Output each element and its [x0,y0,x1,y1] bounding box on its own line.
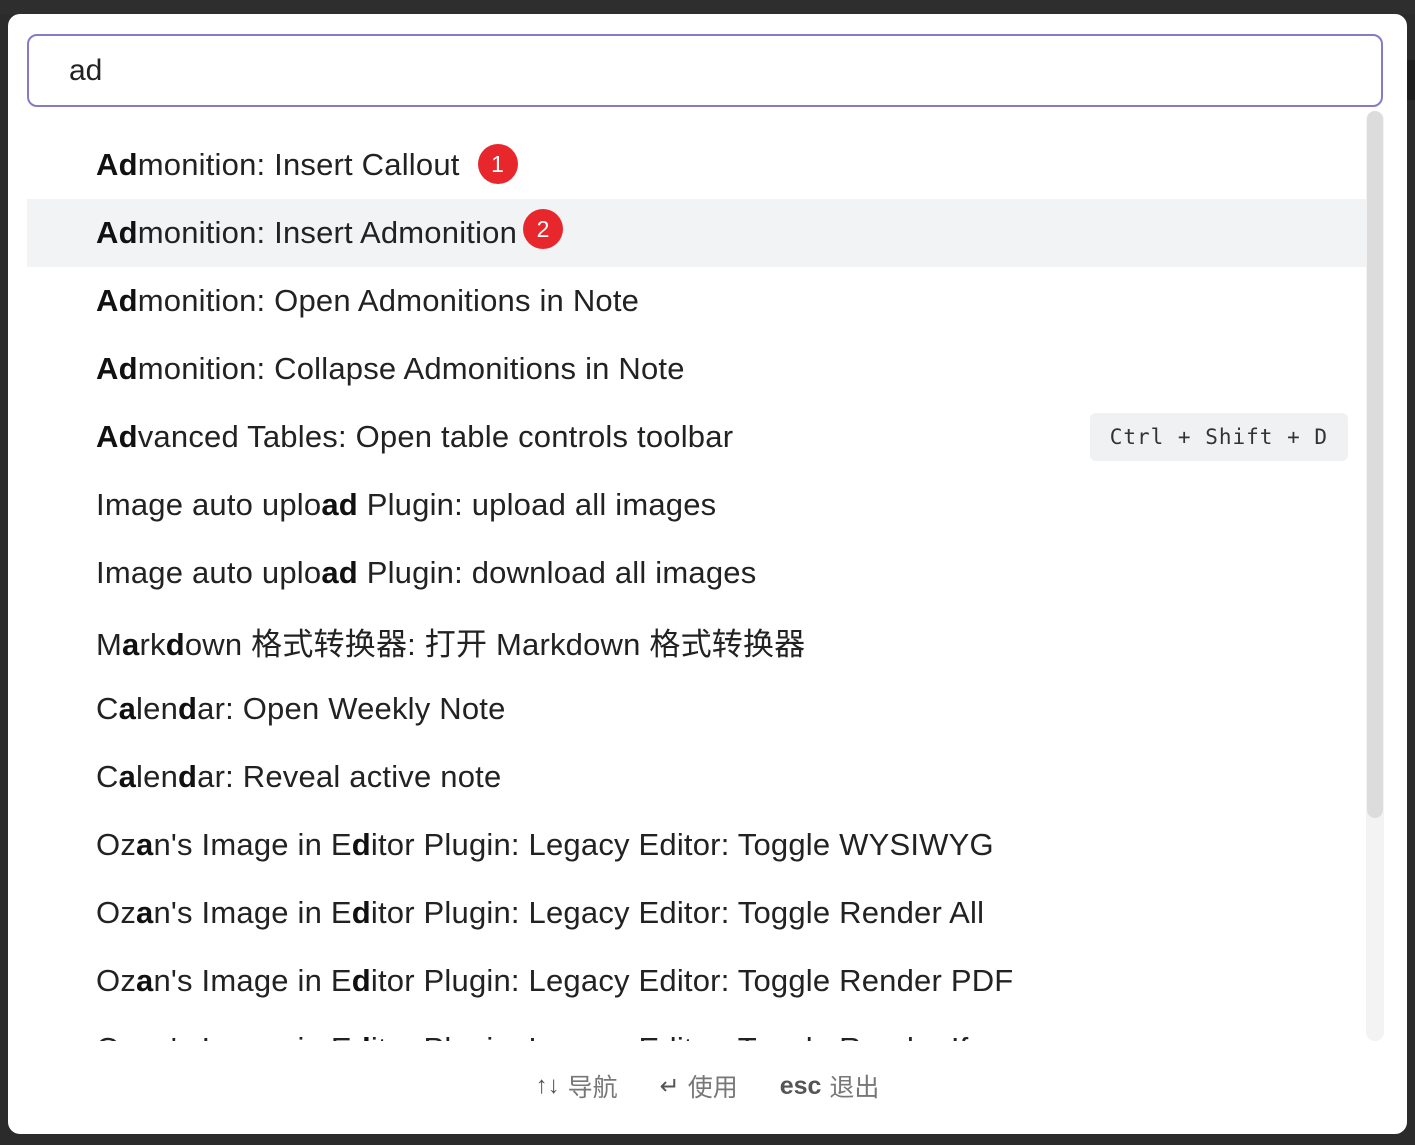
label-text: own 格式转换器: 打开 Markdown 格式转换器 [184,626,806,662]
match-highlight: d [351,963,371,998]
command-label: Markdown 格式转换器: 打开 Markdown 格式转换器 [96,619,805,664]
label-text: Oz [96,963,137,998]
match-highlight: Ad [96,351,138,386]
label-text: monition: Insert Admonition [137,215,518,250]
match-highlight: ad [321,555,358,590]
label-text: monition: Open Admonitions in Note [137,283,640,318]
label-text: itor Plugin: Legacy Editor: Toggle WYSIW… [370,827,994,862]
search-box[interactable] [27,34,1383,107]
esc-hint: esc 退出 [780,1068,880,1104]
command-item[interactable]: Admonition: Insert Callout 1 [27,131,1368,199]
command-item[interactable]: Calendar: Open Weekly Note [27,675,1368,743]
match-highlight: d [352,1031,371,1041]
command-label: Calendar: Reveal active note [96,759,501,795]
number-badge: 2 [523,209,564,249]
command-item[interactable]: Ozan's Image in Editor Plugin: Legacy Ed… [27,811,1368,879]
match-highlight: Ad [96,147,138,182]
command-item[interactable]: Ozan's Image in Editor Plugin: Legacy Ed… [27,1015,1368,1041]
label-text: itor Plugin: Legacy Editor: Toggle Rende… [370,895,985,930]
label-text: M [96,626,123,662]
esc-label: 退出 [829,1074,880,1102]
match-highlight: d [178,691,198,726]
label-text: Plugin: upload all images [357,487,717,522]
command-item[interactable]: Admonition: Insert Admonition 2 [27,199,1368,267]
command-item[interactable]: Markdown 格式转换器: 打开 Markdown 格式转换器 [27,607,1368,675]
backdrop [0,0,1415,14]
search-input[interactable] [69,46,1349,96]
label-text: len [136,691,179,726]
command-palette: Admonition: Insert Callout1Admonition: I… [8,14,1407,1134]
results-list[interactable]: Admonition: Insert Callout 1 Admonition: I… [27,131,1368,1041]
label-text: Oz [96,827,137,862]
match-highlight: d [178,759,198,794]
command-label: Calendar: Open Weekly Note [96,691,506,727]
command-item[interactable]: Admonition: Collapse Admonitions in Note [27,335,1368,403]
match-highlight: a [136,1031,153,1041]
command-item[interactable]: Advanced Tables: Open table controls too… [27,403,1368,471]
navigate-hint: ↑↓ 导航 [536,1068,618,1104]
match-highlight: a [136,827,154,862]
label-text: Oz [96,895,137,930]
hotkey-badge: Ctrl + Shift + D [1089,413,1348,461]
label-text: rk [139,626,166,662]
label-text: itor Plugin: Legacy Editor: Toggle Rende… [370,963,1014,998]
match-highlight: a [122,626,140,662]
label-text: n's Image in E [153,1031,351,1041]
label-text: Oz [96,1031,136,1041]
label-text: C [96,759,119,794]
label-text: ar: Reveal active note [197,759,502,794]
label-text: Plugin: download all images [357,555,757,590]
command-label: Image auto upload Plugin: download all i… [96,555,756,591]
command-item[interactable]: Calendar: Reveal active note [27,743,1368,811]
command-item[interactable]: Image auto upload Plugin: upload all ima… [27,471,1368,539]
command-label: Admonition: Collapse Admonitions in Note [96,351,685,387]
command-label: Admonition: Open Admonitions in Note [96,283,639,319]
label-text: C [96,691,119,726]
command-item[interactable]: Image auto upload Plugin: download all i… [27,539,1368,607]
command-item[interactable]: Admonition: Open Admonitions in Note [27,267,1368,335]
match-highlight: Ad [96,283,138,318]
label-text: monition: Insert Callout [137,147,460,182]
match-highlight: a [136,963,154,998]
label-text: n's Image in E [153,895,352,930]
backdrop-accent [1407,60,1415,100]
command-label: Ozan's Image in Editor Plugin: Legacy Ed… [96,895,984,931]
use-label: 使用 [687,1074,738,1102]
label-text: itor Plugin: Legacy Editor: Toggle Rende… [371,1031,1040,1041]
command-item[interactable]: Ozan's Image in Editor Plugin: Legacy Ed… [27,947,1368,1015]
use-hint: ↵ 使用 [660,1068,738,1104]
command-label: Admonition: Insert Admonition [96,215,517,251]
command-label: Ozan's Image in Editor Plugin: Legacy Ed… [96,1031,1040,1041]
command-label: Ozan's Image in Editor Plugin: Legacy Ed… [96,963,1013,999]
label-text: monition: Collapse Admonitions in Note [137,351,685,386]
label-text: Image auto uplo [96,487,322,522]
command-label: Admonition: Insert Callout [96,147,460,183]
navigate-label: 导航 [567,1074,618,1102]
match-highlight: a [118,759,137,794]
label-text: Image auto uplo [96,555,322,590]
label-text: vanced Tables: Open table controls toolb… [137,419,734,454]
label-text: n's Image in E [153,827,352,862]
command-label: Advanced Tables: Open table controls too… [96,419,733,455]
label-text: n's Image in E [153,963,352,998]
match-highlight: d [165,626,185,662]
number-badge: 1 [477,144,518,184]
match-highlight: Ad [96,215,138,250]
footer-hints: ↑↓ 导航 ↵ 使用 esc 退出 [8,1062,1407,1110]
enter-icon: ↵ [659,1072,680,1100]
match-highlight: ad [321,487,358,522]
label-text: len [136,759,179,794]
label-text: ar: Open Weekly Note [197,691,506,726]
command-label: Image auto upload Plugin: upload all ima… [96,487,716,523]
scrollbar-thumb[interactable] [1367,111,1383,818]
esc-key: esc [779,1071,822,1100]
match-highlight: a [118,691,137,726]
match-highlight: d [351,895,371,930]
match-highlight: a [136,895,154,930]
command-item[interactable]: Ozan's Image in Editor Plugin: Legacy Ed… [27,879,1368,947]
arrow-up-down-icon: ↑↓ [535,1072,560,1099]
match-highlight: d [351,827,371,862]
match-highlight: Ad [96,419,138,454]
command-label: Ozan's Image in Editor Plugin: Legacy Ed… [96,827,994,863]
